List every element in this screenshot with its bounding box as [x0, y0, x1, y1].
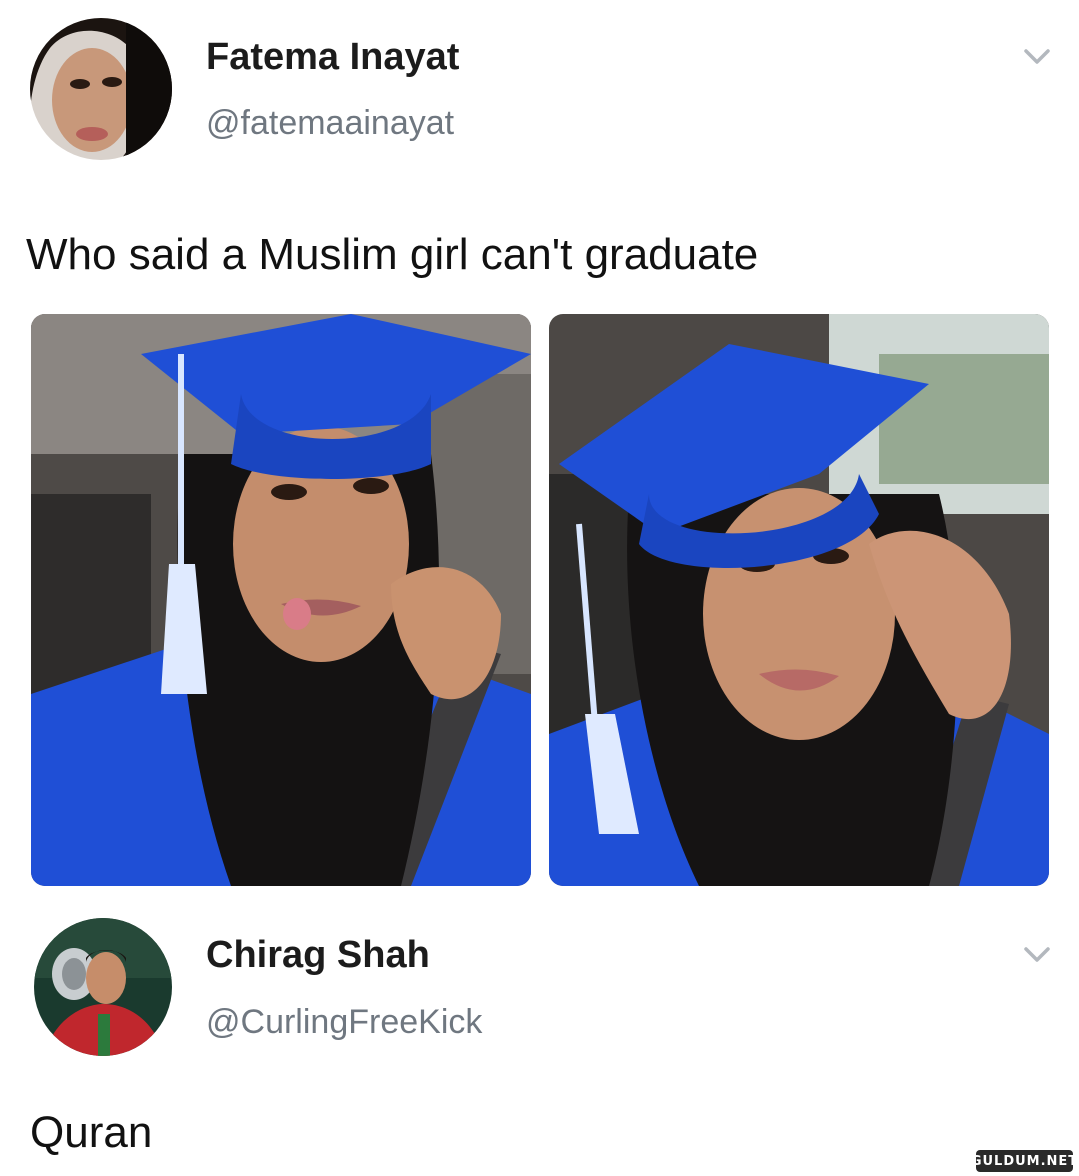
- graduation-photo-icon: [31, 314, 531, 886]
- author-display-name[interactable]: Fatema Inayat: [206, 36, 459, 79]
- reply-author-handle[interactable]: @CurlingFreeKick: [206, 1003, 482, 1042]
- chevron-down-icon[interactable]: [1022, 944, 1052, 966]
- avatar-photo-icon: [34, 918, 172, 1056]
- author-handle[interactable]: @fatemaainayat: [206, 104, 454, 143]
- tweet-text: Who said a Muslim girl can't graduate: [26, 230, 759, 279]
- chevron-down-icon[interactable]: [1022, 46, 1052, 68]
- avatar-photo-icon: [30, 18, 172, 160]
- watermark-logo: GULDUM.NET: [971, 1150, 1077, 1172]
- reply-author-display-name[interactable]: Chirag Shah: [206, 934, 430, 977]
- reply-author-avatar[interactable]: [34, 918, 172, 1056]
- author-avatar[interactable]: [30, 18, 172, 160]
- graduation-photo-icon: [549, 314, 1049, 886]
- tweet-photo-2[interactable]: [549, 314, 1049, 886]
- tweet-photo-1[interactable]: [31, 314, 531, 886]
- reply-text: Quran: [30, 1108, 153, 1157]
